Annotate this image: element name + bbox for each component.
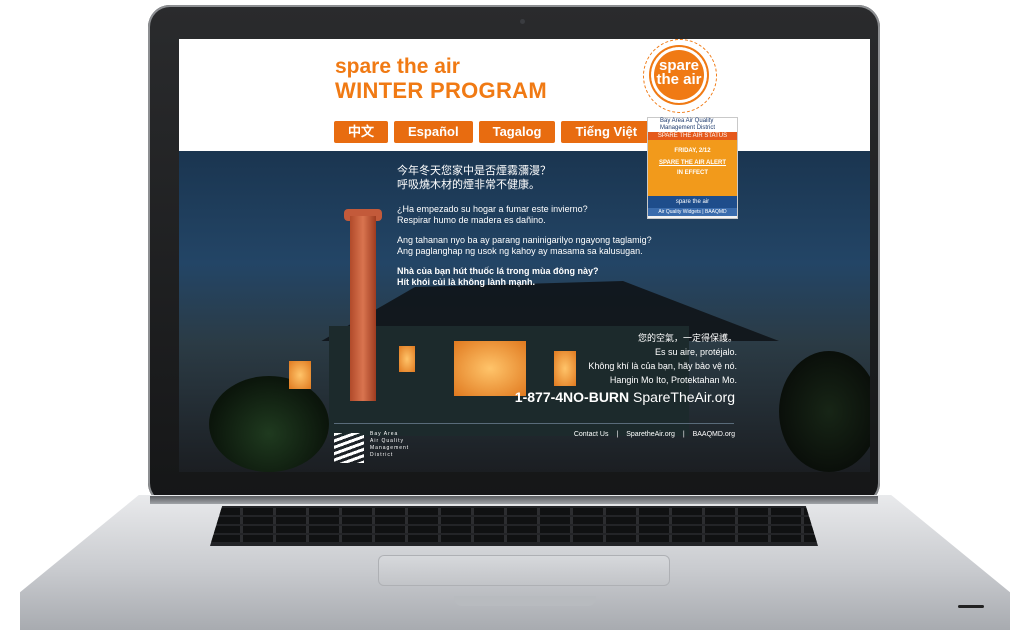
key-row (210, 508, 818, 515)
agency-name: Bay Area Air Quality Management District (648, 118, 737, 132)
camera (520, 19, 525, 24)
laptop-hinge (150, 496, 878, 504)
footer-separator: | (682, 431, 685, 438)
key-row (210, 526, 818, 533)
tl-line-2: Ang paglanghap ng usok ng kahoy ay masam… (397, 246, 643, 256)
lid-notch (454, 596, 596, 606)
footer-separator: | (616, 431, 619, 438)
spare-the-air-logo[interactable]: spare the air (643, 39, 717, 113)
message-copy: 今年冬天您家中是否煙霧瀰漫？ 呼吸燒木材的煙非常不健康。 ¿Ha empezad… (397, 164, 657, 297)
slogan-vi: Không khí là của bạn, hãy bảo vệ nó. (588, 361, 737, 371)
site-name[interactable]: SpareTheAir.org (633, 389, 735, 405)
baaqmd-link[interactable]: BAAQMD.org (693, 431, 735, 438)
house-window (554, 351, 576, 386)
house-window (454, 341, 526, 396)
lang-button-tagalog[interactable]: Tagalog (478, 121, 556, 143)
tl-line-1: Ang tahanan nyo ba ay parang naninigaril… (397, 235, 652, 245)
baaqmd-mark-icon (334, 433, 364, 463)
contact-line: 1-877-4NO-BURN SpareTheAir.org (515, 389, 735, 405)
spanish-message: ¿Ha empezado su hogar a fumar este invie… (397, 204, 657, 226)
air-status-widget[interactable]: Bay Area Air Quality Management District… (647, 117, 738, 219)
brand-tagline: spare the air (335, 55, 460, 78)
chinese-message: 今年冬天您家中是否煙霧瀰漫？ 呼吸燒木材的煙非常不健康。 (397, 164, 657, 192)
widget-footer-link[interactable]: Air Quality Widgets | BAAQMD (648, 208, 737, 216)
vietnamese-message: Nhà của bạn hút thuốc lá trong mùa đông … (397, 266, 657, 288)
tree (209, 376, 329, 472)
lang-button-chinese[interactable]: 中文 (334, 121, 389, 143)
baaqmd-wordmark: Bay Area Air Quality Management District (370, 431, 409, 459)
status-day: FRIDAY, 2/12 (674, 148, 711, 154)
status-body: FRIDAY, 2/12 SPARE THE AIR ALERT IN EFFE… (648, 140, 737, 196)
footer-links: Contact Us | SparetheAir.org | BAAQMD.or… (574, 431, 735, 438)
house-window (289, 361, 311, 389)
status-title: SPARE THE AIR STATUS (648, 132, 737, 140)
org-line-2: Air Quality (370, 438, 405, 444)
baaqmd-logo[interactable]: Bay Area Air Quality Management District (334, 429, 414, 465)
logo-text-bottom: the air (656, 71, 702, 88)
tagalog-message: Ang tahanan nyo ba ay parang naninigaril… (397, 235, 657, 257)
status-state: IN EFFECT (677, 170, 708, 176)
es-line-2: Respirar humo de madera es dañino. (397, 215, 546, 225)
contact-us-link[interactable]: Contact Us (574, 431, 609, 438)
es-line-1: ¿Ha empezado su hogar a fumar este invie… (397, 204, 588, 214)
key-row (210, 535, 818, 542)
footer-divider (334, 423, 734, 424)
status-alert-link[interactable]: SPARE THE AIR ALERT (648, 160, 737, 166)
chimney (350, 216, 376, 401)
sparetheair-link[interactable]: SparetheAir.org (626, 431, 675, 438)
phone-number[interactable]: 1-877-4NO-BURN (515, 389, 629, 405)
language-bar: 中文 Español Tagalog Tiếng Việt (334, 121, 652, 143)
slogan-tl: Hangin Mo Ito, Protektahan Mo. (609, 375, 737, 385)
slogan-zh: 您的空氣，一定得保護。 (637, 333, 737, 343)
key-row (210, 517, 818, 524)
org-line-1: Bay Area (370, 431, 399, 437)
zh-line-1: 今年冬天您家中是否煙霧瀰漫？ (397, 165, 551, 177)
keyboard (210, 506, 818, 546)
status-badge: spare the air (648, 196, 737, 208)
disc-slot (958, 605, 984, 608)
lang-button-spanish[interactable]: Español (394, 121, 473, 143)
logo-text: spare the air (651, 58, 707, 88)
site-header: spare the air WINTER PROGRAM spare the a… (179, 39, 870, 151)
house-window (399, 346, 415, 372)
trackpad (378, 555, 670, 586)
org-line-4: District (370, 452, 394, 458)
vi-line-2: Hít khói củi là không lành mạnh. (397, 277, 536, 287)
browser-screen: spare the air WINTER PROGRAM spare the a… (179, 39, 870, 472)
slogan-block: 您的空氣，一定得保護。 Es su aire, protéjalo. Không… (588, 331, 737, 387)
lang-button-vietnamese[interactable]: Tiếng Việt (561, 121, 652, 143)
slogan-es: Es su aire, protéjalo. (654, 347, 737, 357)
zh-line-2: 呼吸燒木材的煙非常不健康。 (397, 179, 540, 191)
vi-line-1: Nhà của bạn hút thuốc lá trong mùa đông … (397, 266, 599, 276)
org-line-3: Management (370, 445, 410, 451)
page-title: WINTER PROGRAM (335, 78, 547, 103)
tree (779, 351, 870, 472)
